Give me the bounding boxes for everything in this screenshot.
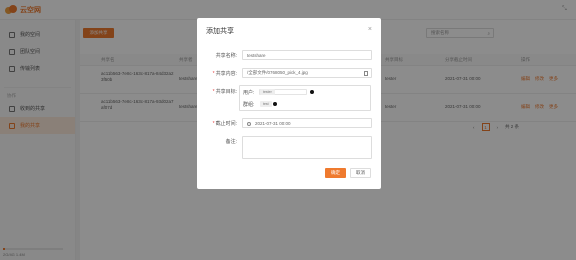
deadline-label-text: 截止时间: <box>215 121 237 127</box>
required-mark: * <box>212 71 215 77</box>
clock-icon <box>247 121 251 126</box>
content-label: *共享内容: <box>197 70 237 77</box>
remark-label-text: 备注: <box>225 139 237 145</box>
deadline-label: *截止时间: <box>197 120 237 127</box>
share-content-value: /全部文件/0768050_pick_4.jpg <box>247 70 308 75</box>
share-name-field[interactable]: testshare <box>242 50 372 60</box>
add-share-dialog: 添加共享 × 共享名称: testshare *共享内容: /全部文件/0768… <box>197 18 381 189</box>
name-label: 共享名称: <box>197 52 237 59</box>
remark-textarea[interactable] <box>242 136 372 159</box>
confirm-button[interactable]: 确定 <box>325 168 346 178</box>
content-label-text: 共享内容: <box>215 71 237 77</box>
target-label: *共享目标: <box>197 88 237 95</box>
group-label: 群组: <box>243 102 255 108</box>
deadline-picker[interactable]: 2021-07-31 00:00 <box>242 118 372 128</box>
target-label-text: 共享目标: <box>215 89 237 95</box>
share-content-field[interactable]: /全部文件/0768050_pick_4.jpg <box>242 68 372 78</box>
deadline-value: 2021-07-31 00:00 <box>255 120 291 126</box>
user-label: 用户: <box>243 90 255 96</box>
share-target-box: 用户: tester 群组: test <box>239 85 371 111</box>
dialog-title: 添加共享 <box>206 28 234 35</box>
close-icon[interactable]: × <box>368 26 372 33</box>
group-add-icon[interactable] <box>273 101 277 106</box>
file-icon[interactable] <box>364 71 368 76</box>
user-tag[interactable]: tester <box>260 89 275 95</box>
group-tag[interactable]: test <box>260 101 272 107</box>
cancel-button[interactable]: 取消 <box>350 168 371 178</box>
name-label-text: 共享名称: <box>215 53 237 59</box>
required-mark: * <box>212 89 215 95</box>
user-add-icon[interactable] <box>310 89 314 94</box>
required-mark: * <box>212 121 215 127</box>
share-name-value: testshare <box>247 52 266 58</box>
remark-label: 备注: <box>197 138 237 145</box>
